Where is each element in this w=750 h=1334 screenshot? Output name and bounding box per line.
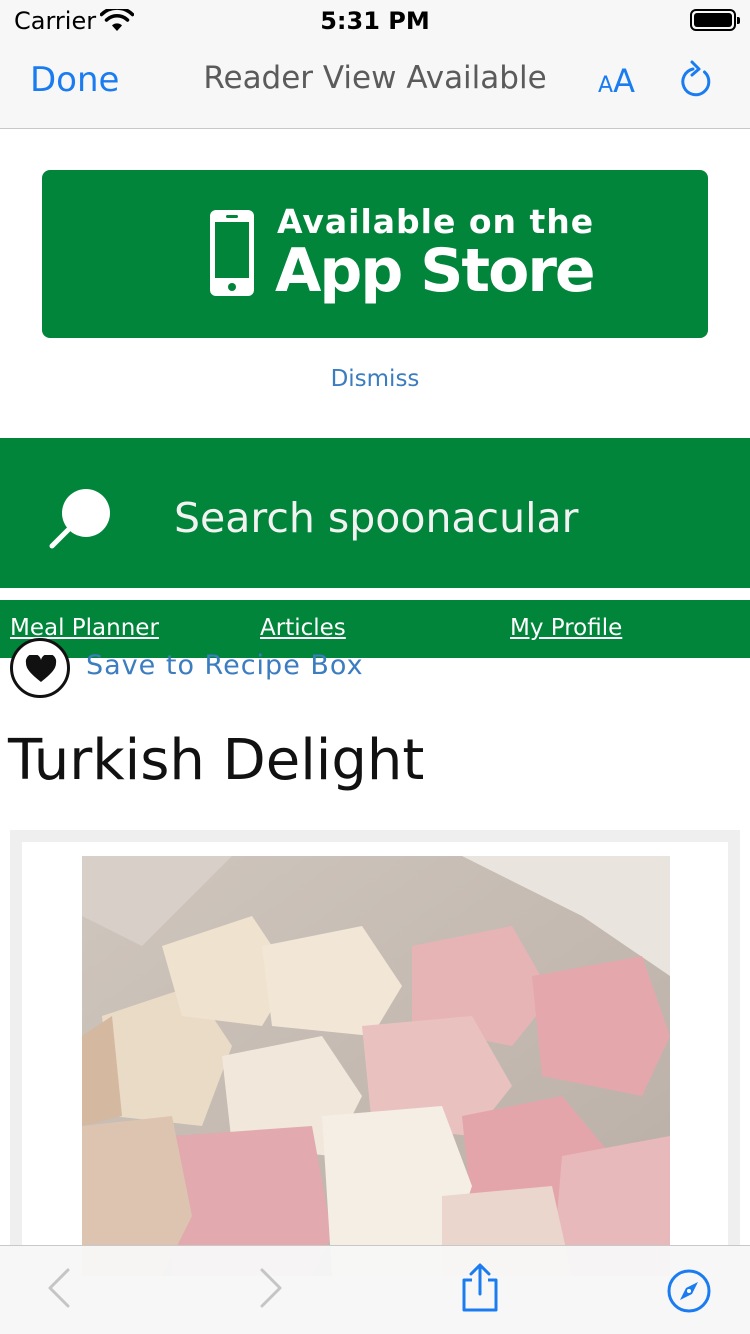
chevron-right-icon[interactable] xyxy=(258,1266,284,1315)
search-input[interactable]: Search spoonacular xyxy=(174,494,578,542)
reader-view-title: Reader View Available xyxy=(203,60,547,96)
menu-link-meal-planner[interactable]: Meal Planner xyxy=(10,615,159,641)
text-size-big-glyph: A xyxy=(613,62,635,100)
recipe-title: Turkish Delight xyxy=(8,728,425,793)
clock: 5:31 PM xyxy=(320,7,430,35)
status-bar: Carrier 5:31 PM xyxy=(0,0,750,40)
menu-link-my-profile[interactable]: My Profile xyxy=(510,615,622,641)
menu-link-articles[interactable]: Articles xyxy=(260,615,346,641)
reload-icon[interactable] xyxy=(676,58,716,107)
recipe-photo xyxy=(82,856,670,1276)
text-size-button[interactable]: AA xyxy=(598,62,635,100)
dismiss-link[interactable]: Dismiss xyxy=(0,366,750,392)
save-to-recipe-box-label: Save to Recipe Box xyxy=(86,650,364,681)
search-bar[interactable]: Search spoonacular xyxy=(0,438,750,588)
safari-bottom-toolbar xyxy=(0,1245,750,1334)
phone-icon xyxy=(208,208,256,303)
safari-nav-bar: Done Reader View Available AA xyxy=(0,40,750,129)
compass-icon[interactable] xyxy=(666,1268,712,1319)
battery-icon xyxy=(690,9,740,31)
share-icon[interactable] xyxy=(458,1262,502,1319)
app-store-line2: App Store xyxy=(275,236,596,306)
recipe-image-container xyxy=(22,842,728,1276)
heart-icon xyxy=(10,638,70,698)
app-store-badge-button[interactable]: Available on the App Store xyxy=(42,170,708,338)
search-icon xyxy=(48,488,112,555)
chevron-left-icon[interactable] xyxy=(46,1266,72,1315)
recipe-image-frame xyxy=(10,830,740,1276)
text-size-small-glyph: A xyxy=(598,73,614,98)
